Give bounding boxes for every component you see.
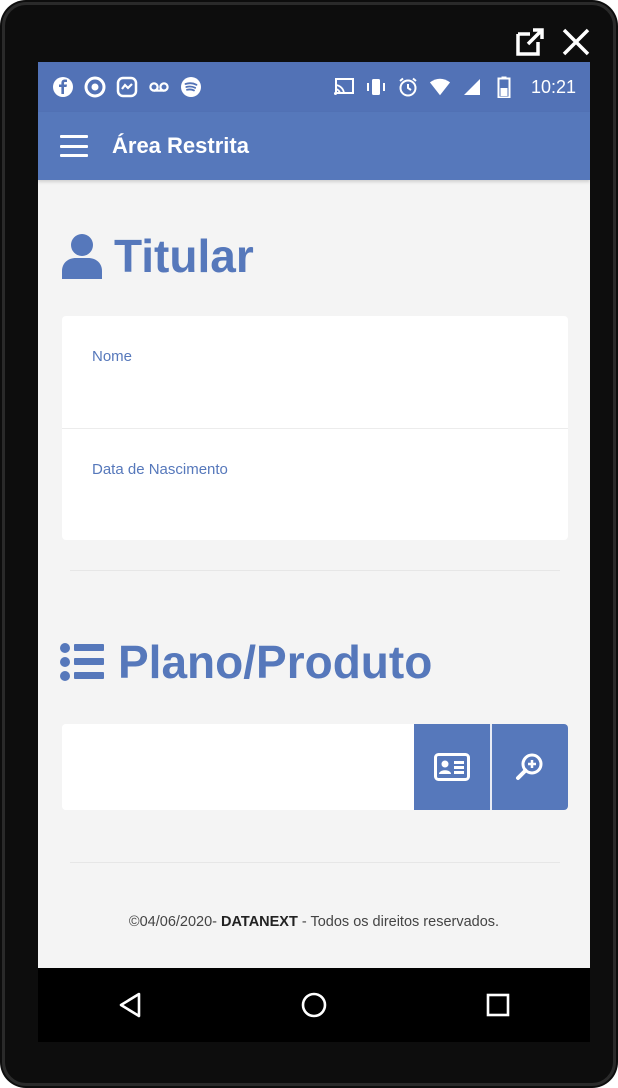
nome-field[interactable]: Nome — [62, 316, 568, 428]
status-system: 10:21 — [333, 76, 576, 98]
open-external-icon — [516, 28, 544, 56]
plano-input-group — [62, 724, 568, 810]
app-bar: Área Restrita — [38, 112, 590, 180]
eye-icon — [84, 76, 106, 98]
footer-date: ©04/06/2020- — [128, 914, 222, 930]
footer-divider — [70, 862, 560, 863]
user-icon — [62, 234, 102, 279]
plano-heading: Plano/Produto — [60, 630, 590, 694]
facebook-icon — [52, 76, 74, 98]
recents-button[interactable] — [468, 975, 528, 1035]
recents-icon — [486, 993, 510, 1017]
app-screen: 10:21 Área Restrita Titular Nome Data de… — [38, 62, 590, 1042]
status-time: 10:21 — [530, 76, 576, 97]
close-icon — [562, 28, 590, 56]
phone-frame: 10:21 Área Restrita Titular Nome Data de… — [0, 0, 618, 1088]
plano-heading-text: Plano/Produto — [118, 636, 433, 688]
battery-icon — [493, 76, 515, 98]
home-button[interactable] — [284, 975, 344, 1035]
status-bar: 10:21 — [38, 62, 590, 112]
wifi-icon — [429, 76, 451, 98]
titular-heading: Titular — [60, 226, 590, 286]
messenger-icon — [116, 76, 138, 98]
footer-rights: - Todos os direitos reservados. — [297, 914, 500, 930]
vibrate-icon — [365, 76, 387, 98]
plano-input[interactable] — [62, 724, 414, 810]
open-external-button[interactable] — [512, 24, 548, 60]
back-icon — [119, 992, 141, 1018]
titular-card: Nome Data de Nascimento — [62, 316, 568, 540]
android-nav-bar — [38, 968, 590, 1042]
section-divider — [70, 570, 560, 571]
spotify-icon — [180, 76, 202, 98]
cast-icon — [333, 76, 355, 98]
voicemail-icon — [148, 76, 170, 98]
window-controls — [512, 20, 594, 64]
footer-copyright: ©04/06/2020- DATANEXT - Todos os direito… — [38, 914, 590, 930]
data-nascimento-label: Data de Nascimento — [92, 461, 228, 478]
close-button[interactable] — [558, 24, 594, 60]
titular-heading-text: Titular — [114, 230, 254, 282]
footer-company: DATANEXT — [221, 914, 298, 930]
zoom-in-icon — [516, 753, 543, 780]
search-button[interactable] — [490, 724, 568, 810]
home-icon — [301, 992, 327, 1018]
alarm-icon — [397, 76, 419, 98]
back-button[interactable] — [100, 975, 160, 1035]
app-bar-title: Área Restrita — [112, 133, 249, 158]
menu-icon[interactable] — [60, 135, 88, 157]
id-card-button[interactable] — [414, 724, 490, 810]
id-card-icon — [434, 753, 470, 781]
plano-section: Plano/Produto — [38, 630, 590, 694]
signal-icon — [461, 76, 483, 98]
status-notifications — [52, 76, 202, 98]
list-icon — [60, 643, 104, 681]
nome-label: Nome — [92, 348, 133, 365]
data-nascimento-field[interactable]: Data de Nascimento — [62, 428, 568, 540]
